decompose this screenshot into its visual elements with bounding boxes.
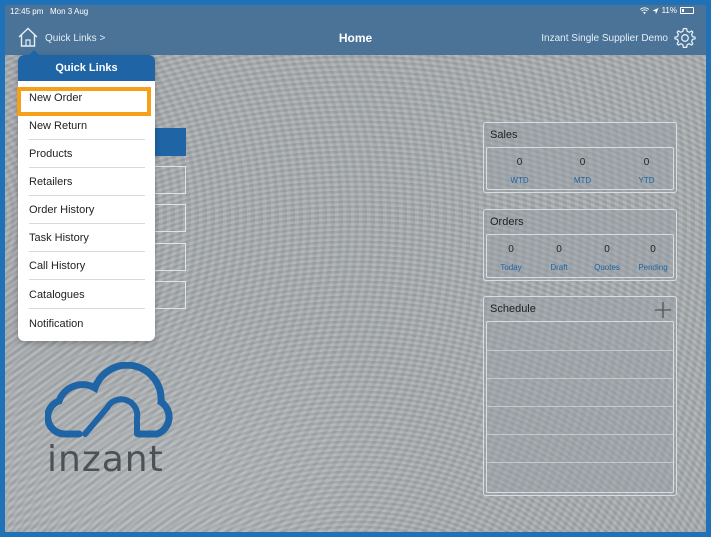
menu-item-label: Products [29,148,73,160]
schedule-panel: Schedule [483,296,677,496]
sales-stat-mtd[interactable]: 0 MTD [554,157,611,185]
menu-item-label: New Return [29,120,88,132]
plus-icon[interactable] [654,301,672,319]
stat-value: 0 [579,157,586,168]
menu-item-retailers[interactable]: Retailers [18,168,155,196]
orders-stat-today[interactable]: 0 Today [489,244,533,272]
inzant-logo-text: inzant [47,439,164,480]
menu-item-label: Task History [29,232,89,244]
menu-item-call-history[interactable]: Call History [18,252,155,280]
menu-item-products[interactable]: Products [18,140,155,168]
stat-value: 0 [556,244,562,255]
stat-label: Quotes [594,263,620,272]
status-time: 12:45 pm [10,7,44,16]
stat-value: 0 [508,244,514,255]
inzant-logo-icon [45,362,173,438]
sales-stat-wtd[interactable]: 0 WTD [491,157,548,185]
orders-panel: Orders 0 Today 0 Draft 0 Quotes 0 Pendin… [483,209,677,281]
menu-divider [29,279,145,280]
sales-stats: 0 WTD 0 MTD 0 YTD [486,147,674,190]
battery-icon [680,7,694,14]
stat-value: 0 [604,244,610,255]
nav-bar: Quick Links > Home Inzant Single Supplie… [5,19,706,55]
location-icon [652,7,659,14]
stat-value: 0 [516,157,523,168]
menu-item-notification[interactable]: Notification [18,310,155,338]
menu-item-new-return[interactable]: New Return [18,112,155,140]
wifi-icon [639,6,649,14]
status-bar: 12:45 pm Mon 3 Aug 11% [5,5,706,19]
menu-item-label: Order History [29,204,95,216]
schedule-divider [487,406,673,407]
home-screen: 12:45 pm Mon 3 Aug 11% Quick Links > Hom… [5,5,706,532]
org-name: Inzant Single Supplier Demo [541,33,668,44]
schedule-divider [487,462,673,463]
menu-divider [29,308,145,309]
menu-item-label: Catalogues [29,289,85,301]
stat-label: WTD [510,176,529,185]
orders-title: Orders [490,216,524,228]
menu-item-label: Call History [29,260,86,272]
schedule-divider [487,350,673,351]
status-date: Mon 3 Aug [50,7,89,16]
menu-item-label: New Order [29,92,83,104]
schedule-divider [487,378,673,379]
quick-links-dropdown: Quick Links New Order New Return Product… [18,50,155,341]
schedule-divider [487,434,673,435]
stat-label: Pending [638,263,668,272]
sales-title: Sales [490,129,518,141]
stat-value: 0 [650,244,656,255]
device-frame: 12:45 pm Mon 3 Aug 11% Quick Links > Hom… [0,0,711,537]
menu-item-task-history[interactable]: Task History [18,224,155,252]
gear-icon[interactable] [674,27,696,49]
menu-item-order-history[interactable]: Order History [18,196,155,224]
menu-item-label: Notification [29,318,84,330]
home-icon[interactable] [17,26,39,48]
sales-stat-ytd[interactable]: 0 YTD [618,157,675,185]
orders-stat-pending[interactable]: 0 Pending [631,244,675,272]
stat-label: Draft [550,263,568,272]
orders-stat-quotes[interactable]: 0 Quotes [585,244,629,272]
schedule-list [486,321,674,493]
stat-label: YTD [638,176,655,185]
stat-label: MTD [573,176,592,185]
battery-percent: 11% [661,6,677,15]
quick-links-button[interactable]: Quick Links > [45,33,105,44]
stat-label: Today [500,263,522,272]
menu-item-label: Retailers [29,176,73,188]
status-indicators: 11% [639,6,694,15]
stat-value: 0 [643,157,650,168]
menu-item-new-order[interactable]: New Order [18,84,155,112]
schedule-title: Schedule [490,303,536,315]
menu-item-catalogues[interactable]: Catalogues [18,281,155,309]
orders-stat-draft[interactable]: 0 Draft [537,244,581,272]
dropdown-header: Quick Links [18,55,155,81]
orders-stats: 0 Today 0 Draft 0 Quotes 0 Pending [486,234,674,278]
sales-panel: Sales 0 WTD 0 MTD 0 YTD [483,122,677,193]
page-title: Home [338,31,373,45]
